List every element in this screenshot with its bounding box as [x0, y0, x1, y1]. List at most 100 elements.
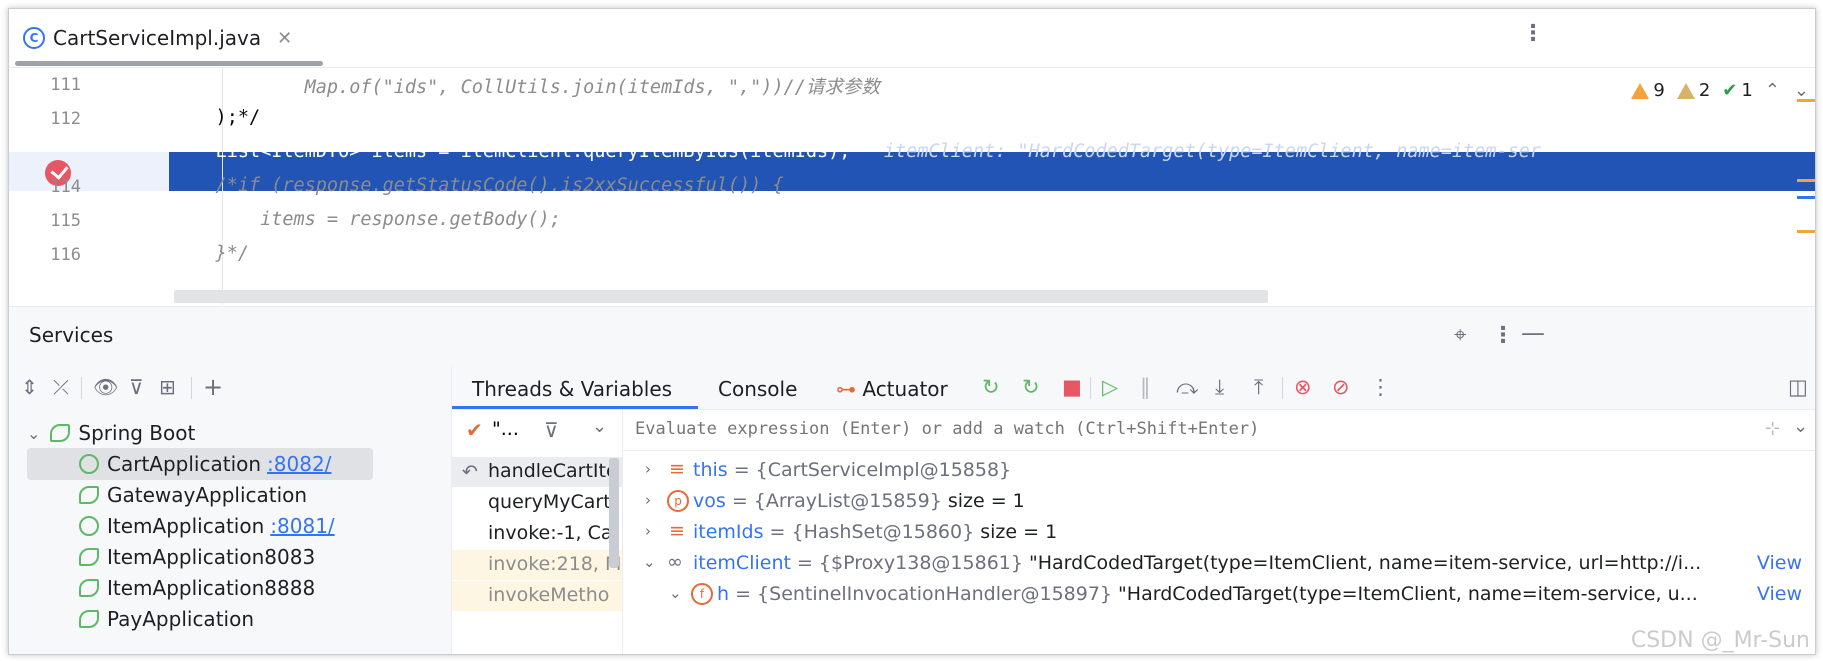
- tree-item-cart-application[interactable]: CartApplication :8082/: [27, 448, 373, 480]
- show-icon[interactable]: 👁: [93, 377, 118, 397]
- code-line[interactable]: items = response.getBody();: [171, 209, 561, 230]
- layout-icon[interactable]: ◫: [1788, 377, 1808, 398]
- variables-view: ⊹ ⌄ › ≡ this = {CartServiceImpl@15858} ›…: [623, 410, 1815, 654]
- code-line[interactable]: }*/: [171, 243, 249, 264]
- chevron-right-icon[interactable]: ›: [645, 460, 651, 478]
- expand-all-icon[interactable]: ⇕: [21, 377, 38, 397]
- previous-highlight-icon[interactable]: ⌃: [1765, 80, 1780, 101]
- inspection-widget[interactable]: 9 2 ✔ 1 ⌃ ⌄: [1631, 80, 1809, 101]
- tree-item-gateway-application[interactable]: GatewayApplication: [79, 479, 307, 511]
- frames-scrollbar[interactable]: [609, 458, 619, 568]
- rerun-debug-icon[interactable]: ↻: [1022, 377, 1040, 398]
- tree-node-label: Spring Boot: [78, 421, 196, 445]
- mute-breakpoints-icon[interactable]: ⊘: [1332, 377, 1350, 398]
- chevron-down-icon[interactable]: ⌄: [643, 553, 656, 571]
- filter-icon[interactable]: ⊽: [544, 418, 559, 442]
- frame-row[interactable]: ↶ handleCartIte: [452, 457, 622, 487]
- new-group-icon[interactable]: ⊞: [159, 377, 176, 397]
- chevron-right-icon[interactable]: ›: [645, 491, 651, 509]
- rerun-icon[interactable]: ↻: [982, 377, 1000, 398]
- port-link[interactable]: :8082/: [267, 452, 331, 476]
- run-icon: [79, 486, 99, 504]
- variable-row[interactable]: › ≡ itemIds = {HashSet@15860} size = 1: [623, 519, 1815, 550]
- code-line-current[interactable]: List<ItemDTO> items = itemClient.queryIt…: [171, 141, 1541, 162]
- frame-row[interactable]: invokeMetho: [452, 581, 622, 611]
- typo-count: 1: [1741, 80, 1753, 101]
- view-link[interactable]: View: [1757, 552, 1802, 574]
- debugger-tabs: Threads & Variables Console ⊶ Actuator ↻…: [452, 367, 1815, 410]
- actuator-icon: ⊶: [836, 377, 856, 401]
- variable-row[interactable]: › ≡ this = {CartServiceImpl@15858}: [623, 457, 1815, 488]
- error-stripe-mark[interactable]: [1797, 99, 1815, 102]
- services-options-icon[interactable]: ⋮: [1492, 325, 1514, 347]
- locate-icon[interactable]: ⌖: [1454, 325, 1466, 347]
- chevron-down-icon[interactable]: ⌄: [669, 584, 682, 602]
- variable-value: = {SentinelInvocationHandler@15897}: [729, 583, 1113, 605]
- error-stripe-mark[interactable]: [1797, 196, 1815, 199]
- evaluate-expression-input[interactable]: [635, 419, 1635, 439]
- resume-icon[interactable]: ▷: [1102, 377, 1118, 398]
- tree-item-pay-application[interactable]: PayApplication: [79, 603, 254, 635]
- inline-debug-value: itemClient: "HardCodedTarget(type=ItemCl…: [883, 141, 1541, 162]
- chevron-down-icon[interactable]: ⌄: [1793, 416, 1808, 437]
- tree-node-spring-boot[interactable]: ⌄ Spring Boot: [27, 417, 195, 449]
- error-stripe-mark[interactable]: [1797, 230, 1815, 233]
- close-icon[interactable]: ✕: [277, 28, 292, 49]
- field-f-icon: f: [691, 583, 713, 605]
- code-editor[interactable]: 111 Map.of("ids", CollUtils.join(itemIds…: [9, 68, 1815, 305]
- stop-icon[interactable]: ■: [1062, 377, 1082, 398]
- frame-row[interactable]: invoke:218, M: [452, 550, 622, 580]
- step-out-icon[interactable]: ⤒: [1254, 377, 1263, 398]
- services-tree: ⌄ Spring Boot CartApplication :8082/ Gat…: [9, 417, 451, 654]
- view-link[interactable]: View: [1757, 583, 1802, 605]
- frame-label: invokeMetho: [488, 584, 610, 606]
- step-into-icon[interactable]: ⤓: [1215, 377, 1224, 398]
- code-line[interactable]: /*if (response.getStatusCode().is2xxSucc…: [171, 175, 784, 196]
- tab-actuator[interactable]: ⊶ Actuator: [836, 377, 948, 401]
- frame-label: invoke:-1, Ca: [488, 522, 613, 544]
- code-line[interactable]: Map.of("ids", CollUtils.join(itemIds, ",…: [171, 73, 880, 99]
- line-number: 115: [50, 211, 81, 231]
- run-icon: [79, 579, 99, 597]
- more-icon[interactable]: ⋮: [1522, 23, 1544, 45]
- tree-item-item-application-8083[interactable]: ItemApplication8083: [79, 541, 315, 573]
- variable-row[interactable]: ⌄ f h = {SentinelInvocationHandler@15897…: [623, 581, 1815, 612]
- tree-item-item-application-8888[interactable]: ItemApplication8888: [79, 572, 315, 604]
- more-icon[interactable]: ⋮: [1370, 377, 1391, 398]
- tree-item-item-application[interactable]: ItemApplication :8081/: [79, 510, 335, 542]
- thread-selector[interactable]: ✔ "... ⊽ ⌄: [452, 410, 622, 452]
- code-line[interactable]: );*/: [171, 107, 261, 128]
- parameter-icon: p: [667, 490, 689, 512]
- add-service-icon[interactable]: +: [203, 375, 223, 399]
- tab-console[interactable]: Console: [718, 377, 797, 401]
- filter-icon[interactable]: ⊽: [129, 377, 144, 397]
- variable-row[interactable]: › p vos = {ArrayList@15859} size = 1: [623, 488, 1815, 519]
- debug-icon: [79, 454, 99, 474]
- chevron-down-icon[interactable]: ⌄: [592, 416, 607, 437]
- chevron-right-icon[interactable]: ›: [645, 522, 651, 540]
- frame-row[interactable]: invoke:-1, Ca: [452, 519, 622, 549]
- toolbar-separator: [1090, 377, 1091, 399]
- variable-value: = {$Proxy138@15861}: [790, 552, 1023, 574]
- error-stripe-mark[interactable]: [1797, 179, 1815, 182]
- step-over-icon[interactable]: ⤼: [1176, 377, 1198, 398]
- frame-row[interactable]: queryMyCart: [452, 488, 622, 518]
- toolbar-separator: [81, 377, 82, 399]
- minimize-icon[interactable]: —: [1521, 321, 1545, 345]
- editor-tab[interactable]: C CartServiceImpl.java ✕: [23, 23, 292, 53]
- pause-icon[interactable]: ‖: [1140, 377, 1151, 398]
- variable-name: itemClient: [693, 552, 791, 574]
- variable-row[interactable]: ⌄ ∞ itemClient = {$Proxy138@15861} "Hard…: [623, 550, 1815, 581]
- port-link[interactable]: :8081/: [270, 514, 334, 538]
- add-watch-icon[interactable]: ⊹: [1765, 418, 1780, 439]
- ide-window: C CartServiceImpl.java ✕ ⋮ 111 Map.of("i…: [8, 8, 1816, 655]
- toolbar-separator: [1282, 377, 1283, 399]
- horizontal-scrollbar[interactable]: [174, 290, 1268, 303]
- next-highlight-icon[interactable]: ⌄: [1794, 80, 1809, 101]
- variable-extra: "HardCodedTarget(type=ItemClient, name=i…: [1022, 552, 1702, 574]
- view-breakpoints-icon[interactable]: ⊗: [1294, 377, 1312, 398]
- run-icon: [79, 610, 99, 628]
- collapse-all-icon[interactable]: ⤫: [53, 377, 69, 397]
- tab-threads-variables[interactable]: Threads & Variables: [472, 377, 672, 401]
- chevron-down-icon[interactable]: ⌄: [27, 424, 40, 443]
